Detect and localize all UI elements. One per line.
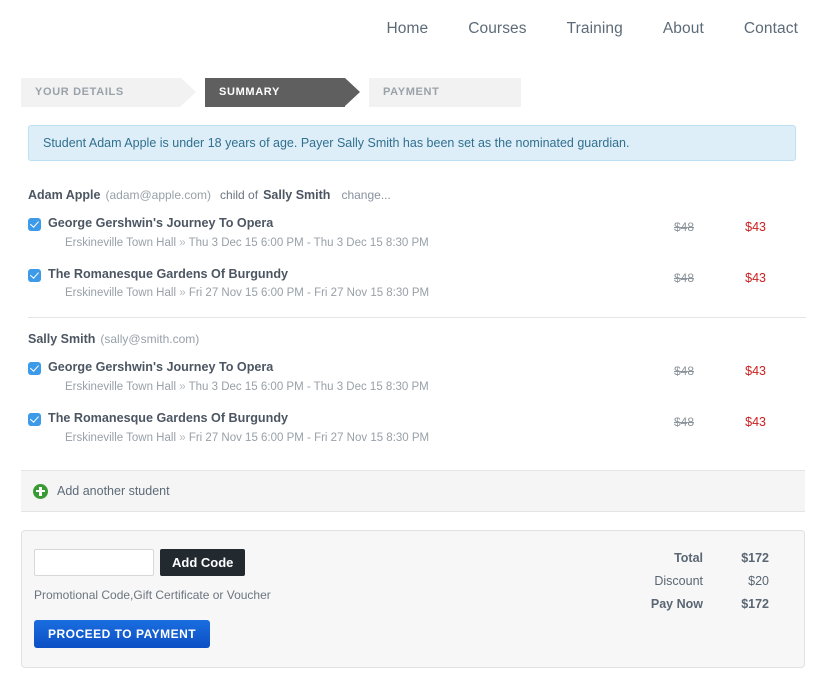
pay-now-value: $172 <box>741 597 769 611</box>
checkout-summary-page: Home Courses Training About Contact YOUR… <box>0 0 834 685</box>
course-item[interactable]: George Gershwin's Journey To Opera Erski… <box>28 350 806 401</box>
course-schedule: Fri 27 Nov 15 6:00 PM - Fri 27 Nov 15 8:… <box>188 431 430 444</box>
totals-list: Total $172 Discount $20 Pay Now $172 <box>549 551 769 620</box>
course-checkbox[interactable] <box>28 362 41 376</box>
course-details: Erskineville Town Hall » Fri 27 Nov 15 6… <box>48 431 806 446</box>
student-email: (sally@smith.com) <box>100 332 200 347</box>
course-current-price: $43 <box>745 270 766 285</box>
course-checkbox[interactable] <box>28 413 41 427</box>
add-another-student-label: Add another student <box>57 484 170 498</box>
step-your-details[interactable]: YOUR DETAILS <box>21 78 196 107</box>
step-payment[interactable]: PAYMENT <box>369 78 521 107</box>
discount-label: Discount <box>654 574 703 588</box>
course-venue: Erskineville Town Hall <box>65 431 176 444</box>
main-navigation: Home Courses Training About Contact <box>0 0 834 58</box>
add-code-button[interactable]: Add Code <box>160 549 246 576</box>
student-block: Adam Apple (adam@apple.com) child of Sal… <box>28 188 806 307</box>
total-label: Total <box>674 551 703 565</box>
plus-circle-icon <box>33 483 48 499</box>
student-name: Sally Smith <box>28 332 96 347</box>
nav-item-courses[interactable]: Courses <box>468 20 526 38</box>
step-summary-label: SUMMARY <box>219 86 280 98</box>
course-details: Erskineville Town Hall » Thu 3 Dec 15 6:… <box>48 380 806 395</box>
course-schedule: Thu 3 Dec 15 6:00 PM - Thu 3 Dec 15 8:30… <box>188 236 429 249</box>
change-guardian-link[interactable]: change... <box>341 188 390 202</box>
course-current-price: $43 <box>745 220 766 234</box>
course-details: Erskineville Town Hall » Fri 27 Nov 15 6… <box>48 286 806 301</box>
course-original-price: $48 <box>673 364 694 379</box>
student-header: Sally Smith (sally@smith.com) <box>28 332 806 350</box>
guardian-info-banner: Student Adam Apple is under 18 years of … <box>28 125 796 161</box>
total-row-total: Total $172 <box>549 551 769 565</box>
total-row-discount: Discount $20 <box>549 574 769 588</box>
student-email: (adam@apple.com) <box>105 188 212 202</box>
course-item[interactable]: The Romanesque Gardens Of Burgundy Erski… <box>28 401 806 452</box>
promo-code-input[interactable] <box>34 549 154 576</box>
pay-now-label: Pay Now <box>650 597 703 611</box>
total-row-pay-now: Pay Now $172 <box>549 597 769 611</box>
course-details: Erskineville Town Hall » Thu 3 Dec 15 6:… <box>48 236 806 251</box>
promo-code-hint: Promotional Code,Gift Certificate or Vou… <box>34 588 271 602</box>
order-summary-content: Adam Apple (adam@apple.com) child of Sal… <box>28 188 806 452</box>
student-header: Adam Apple (adam@apple.com) child of Sal… <box>28 188 806 206</box>
course-checkbox[interactable] <box>28 268 41 282</box>
course-venue: Erskineville Town Hall <box>65 287 176 300</box>
course-original-price: $48 <box>673 220 694 234</box>
step-your-details-label: YOUR DETAILS <box>35 86 124 98</box>
course-venue: Erskineville Town Hall <box>65 381 176 394</box>
course-item[interactable]: George Gershwin's Journey To Opera Erski… <box>28 206 806 257</box>
checkout-totals-panel: Add Code Promotional Code,Gift Certifica… <box>21 530 805 668</box>
discount-value: $20 <box>748 574 769 588</box>
course-separator: » <box>179 381 186 394</box>
nav-item-contact[interactable]: Contact <box>744 20 798 38</box>
course-separator: » <box>179 287 186 300</box>
nav-item-about[interactable]: About <box>663 20 704 38</box>
nav-item-training[interactable]: Training <box>567 20 623 38</box>
course-schedule: Thu 3 Dec 15 6:00 PM - Thu 3 Dec 15 8:30… <box>188 381 429 394</box>
course-original-price: $48 <box>673 415 694 430</box>
proceed-to-payment-button[interactable]: PROCEED TO PAYMENT <box>34 620 211 648</box>
step-payment-label: PAYMENT <box>383 86 440 98</box>
course-original-price: $48 <box>673 270 694 285</box>
course-separator: » <box>179 431 186 444</box>
student-guardian-name: Sally Smith <box>263 188 331 202</box>
course-schedule: Fri 27 Nov 15 6:00 PM - Fri 27 Nov 15 8:… <box>188 287 430 300</box>
student-relation-prefix: child of <box>220 188 259 202</box>
course-checkbox[interactable] <box>28 218 41 231</box>
course-separator: » <box>179 236 186 249</box>
add-another-student-button[interactable]: Add another student <box>21 470 805 512</box>
course-current-price: $43 <box>745 415 766 430</box>
total-value: $172 <box>741 551 769 565</box>
guardian-info-text: Student Adam Apple is under 18 years of … <box>43 136 630 150</box>
student-name: Adam Apple <box>28 188 101 202</box>
step-summary[interactable]: SUMMARY <box>205 78 360 107</box>
course-venue: Erskineville Town Hall <box>65 236 176 249</box>
course-current-price: $43 <box>745 364 766 379</box>
checkout-step-indicator: YOUR DETAILS SUMMARY PAYMENT <box>21 78 521 107</box>
course-item[interactable]: The Romanesque Gardens Of Burgundy Erski… <box>28 257 806 308</box>
nav-item-home[interactable]: Home <box>386 20 428 38</box>
student-block: Sally Smith (sally@smith.com) George Ger… <box>28 318 806 451</box>
